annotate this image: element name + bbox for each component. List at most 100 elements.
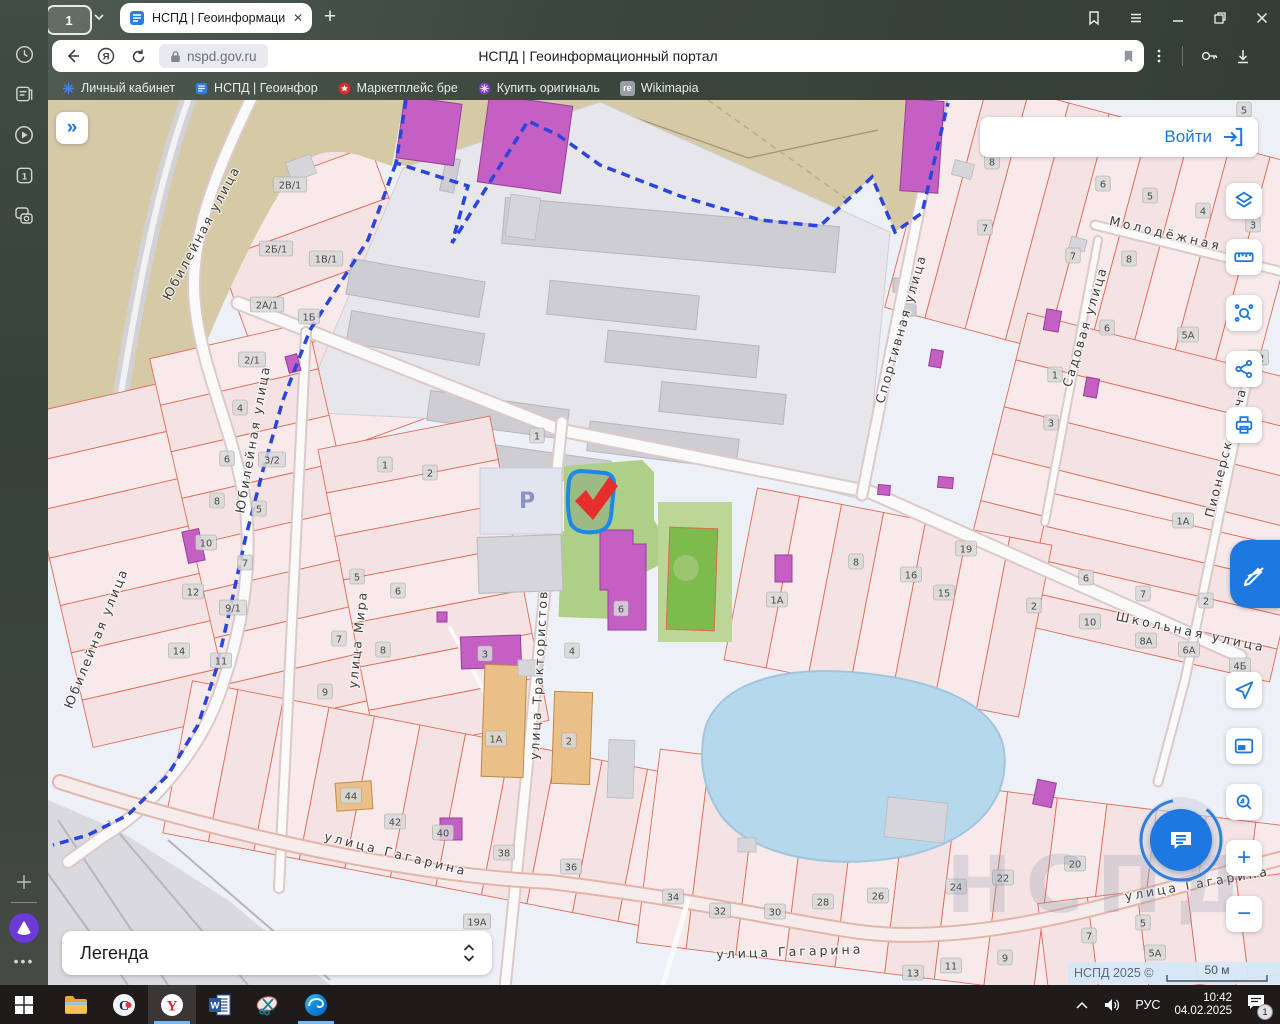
yandex-services-icon[interactable]: Я [96,46,116,66]
minimap-button[interactable] [1226,728,1262,764]
zoom-in-button[interactable]: + [1226,840,1262,876]
selected-parcel[interactable] [568,471,618,532]
word-button[interactable]: W [196,985,244,1024]
bookmark-item[interactable]: re Wikimapia [620,81,699,96]
house-number: 5 [252,501,266,516]
layers-button[interactable] [1226,183,1262,219]
url-chip[interactable]: nspd.gov.ru [159,44,268,68]
svg-text:8: 8 [989,158,995,169]
house-number: 3 [1044,415,1058,430]
passwords-icon[interactable] [1199,47,1219,65]
map-attribution: НСПД 2025 © 50 м [1068,962,1280,984]
svg-text:19А: 19А [467,918,486,929]
close-window-icon[interactable] [1254,10,1270,26]
address-bar[interactable]: Я nspd.gov.ru НСПД | Геоинформационный п… [52,40,1144,72]
svg-text:4Б: 4Б [1234,662,1247,673]
new-tab-button[interactable]: + [316,3,344,31]
notification-badge: 1 [1257,1004,1273,1020]
browser-tab[interactable]: НСПД | Геоинформаци ✕ [120,3,312,33]
reload-icon[interactable] [130,48,147,65]
house-number: 4 [1196,203,1210,218]
house-number: 34 [663,889,684,904]
search-extent-button[interactable] [1226,784,1262,820]
svg-text:3: 3 [482,650,488,661]
minimize-icon[interactable] [1170,10,1186,26]
login-button[interactable]: Войти [980,117,1258,157]
share-icon [1233,358,1255,380]
map-canvas[interactable]: Р Юбилейная улицаЮбилейная улицаЮбилейна… [48,100,1280,985]
feed-icon[interactable] [14,84,35,105]
house-number: 5 [350,569,364,584]
bookmark-item[interactable]: Личный кабинет [62,81,175,95]
tab-group-counter[interactable]: 1 [46,5,92,35]
bookmark-item[interactable]: Купить оригиналь [478,81,600,95]
chevron-down-icon[interactable] [92,10,106,24]
history-icon[interactable] [14,44,35,65]
svg-text:1В/1: 1В/1 [315,255,338,266]
file-explorer-button[interactable] [52,985,100,1024]
video-icon[interactable] [13,124,35,146]
svg-text:1: 1 [534,432,540,443]
add-panel-icon[interactable] [14,872,34,892]
print-button[interactable] [1226,407,1262,443]
house-number: 1В/1 [309,251,343,266]
more-menu-icon[interactable] [1152,48,1166,64]
more-icon[interactable]: ••• [14,953,35,969]
house-number: 9/1 [219,600,246,615]
legend-toggle[interactable]: Легенда [62,931,492,975]
bookmark-item[interactable]: НСПД | Геоинфор [195,81,318,95]
bookmark-icon[interactable] [1121,49,1136,64]
browser-titlebar: 1 НСПД | Геоинформаци ✕ + Я [0,0,1280,100]
svg-text:19: 19 [960,545,972,556]
svg-text:6: 6 [1100,180,1106,191]
snipping-tool-button[interactable] [244,985,292,1024]
restore-icon[interactable] [1212,10,1228,26]
clock[interactable]: 10:42 04.02.2025 [1174,992,1232,1018]
layers-icon [1233,190,1255,212]
house-number: 4 [565,643,579,658]
bookmarks-panel-icon[interactable] [1086,10,1102,26]
svg-text:7: 7 [1070,252,1076,263]
map-viewport[interactable]: Р Юбилейная улицаЮбилейная улицаЮбилейна… [48,100,1280,985]
tab-close-icon[interactable]: ✕ [293,11,303,25]
svg-text:1А: 1А [771,596,784,607]
svg-text:7: 7 [1086,932,1092,943]
parking-area: Р [477,468,563,593]
downloads-icon[interactable] [1235,48,1251,65]
svg-text:40: 40 [437,829,449,840]
consultant-app-button[interactable]: C [100,985,148,1024]
tabs-count-icon[interactable]: 1 [14,165,35,186]
menu-icon[interactable] [1128,10,1144,26]
bookmark-item[interactable]: Маркетплейс бре [338,81,458,95]
svg-text:9/1: 9/1 [225,604,241,615]
svg-text:1А: 1А [490,735,503,746]
measure-button[interactable] [1226,239,1262,275]
alice-assistant-icon[interactable] [9,913,39,943]
notification-center[interactable]: 1 [1246,993,1266,1016]
svg-text:Y: Y [167,998,178,1014]
back-icon[interactable] [64,47,82,65]
zoom-out-button[interactable]: − [1226,896,1262,932]
edge-button[interactable] [292,985,340,1024]
divider [1182,46,1183,66]
object-search-button[interactable] [1226,295,1262,331]
screenshot-icon[interactable] [13,205,35,227]
locate-button[interactable] [1226,672,1262,708]
tray-expand-icon[interactable] [1075,1000,1089,1010]
svg-text:8: 8 [1126,255,1132,266]
svg-text:4: 4 [1200,207,1206,218]
house-number: 38 [494,845,515,860]
volume-icon[interactable] [1103,997,1121,1013]
start-button[interactable] [0,985,48,1024]
divider [11,902,37,903]
svg-text:38: 38 [498,849,510,860]
chat-button[interactable] [1150,809,1212,871]
share-button[interactable] [1226,351,1262,387]
svg-text:32: 32 [714,907,726,918]
expand-panel-button[interactable]: » [56,112,88,144]
svg-text:1: 1 [382,461,388,472]
yandex-browser-button[interactable]: Y [148,985,196,1024]
feedback-pin-button[interactable] [1230,540,1280,608]
bookmarks-bar: Личный кабинет НСПД | Геоинфор Маркетпле… [62,76,699,100]
language-indicator[interactable]: РУС [1135,998,1160,1012]
